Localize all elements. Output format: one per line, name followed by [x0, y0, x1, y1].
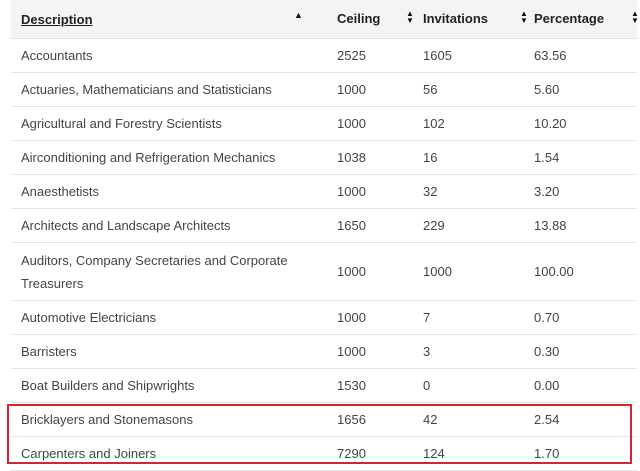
cell-ceiling: 1000 — [337, 116, 366, 131]
cell-percentage: 1.54 — [534, 150, 560, 165]
sort-ascending-icon[interactable]: ▲ — [294, 11, 303, 20]
cell-description: Accountants — [21, 48, 93, 63]
cell-ceiling: 1000 — [337, 82, 366, 97]
cell-ceiling: 1530 — [337, 378, 366, 393]
cell-ceiling: 1000 — [337, 264, 366, 279]
cell-percentage: 63.56 — [534, 48, 567, 63]
cell-description: Actuaries, Mathematicians and Statistici… — [21, 82, 272, 97]
cell-ceiling: 2525 — [337, 48, 366, 63]
cell-ceiling: 1650 — [337, 218, 366, 233]
cell-percentage: 100.00 — [534, 264, 574, 279]
cell-percentage: 10.20 — [534, 116, 567, 131]
cell-invitations: 16 — [423, 150, 438, 165]
cell-invitations: 0 — [423, 378, 431, 393]
column-header-invitations-label[interactable]: Invitations — [423, 11, 488, 26]
cell-ceiling: 1656 — [337, 412, 366, 427]
cell-invitations: 56 — [423, 82, 438, 97]
cell-description: Agricultural and Forestry Scientists — [21, 116, 222, 131]
column-header-ceiling-label[interactable]: Ceiling — [337, 11, 380, 26]
cell-percentage: 0.00 — [534, 378, 560, 393]
cell-invitations: 32 — [423, 184, 438, 199]
cell-invitations: 124 — [423, 446, 445, 461]
table-row: Boat Builders and Shipwrights 1530 0 0.0… — [11, 369, 637, 403]
cell-description: Carpenters and Joiners — [21, 446, 157, 461]
cell-ceiling: 1000 — [337, 344, 366, 359]
table-row: Automotive Electricians 1000 7 0.70 — [11, 301, 637, 335]
table-row: Carpenters and Joiners 7290 124 1.70 — [11, 437, 637, 471]
column-header-description-label[interactable]: Description — [21, 12, 93, 27]
cell-invitations: 7 — [423, 310, 431, 325]
cell-description: Barristers — [21, 344, 77, 359]
cell-percentage: 0.30 — [534, 344, 560, 359]
table-header: Description ▲ Ceiling ▲ ▼ Invitations ▲ ▼ … — [11, 0, 639, 39]
column-header-description[interactable]: Description — [11, 12, 308, 27]
table-row: Architects and Landscape Architects 1650… — [11, 209, 637, 243]
cell-description: Boat Builders and Shipwrights — [21, 378, 195, 393]
cell-ceiling: 1038 — [337, 150, 366, 165]
cell-percentage: 3.20 — [534, 184, 560, 199]
cell-percentage: 1.70 — [534, 446, 560, 461]
occupation-ceilings-table: Description ▲ Ceiling ▲ ▼ Invitations ▲ ▼ … — [11, 0, 639, 471]
cell-description: Architects and Landscape Architects — [21, 218, 231, 233]
cell-percentage: 2.54 — [534, 412, 560, 427]
sort-both-icon[interactable]: ▲ ▼ — [520, 10, 528, 25]
cell-ceiling: 1000 — [337, 184, 366, 199]
cell-description: Automotive Electricians — [21, 310, 157, 325]
table-row: Bricklayers and Stonemasons 1656 42 2.54 — [11, 403, 637, 437]
table-row: Anaesthetists 1000 32 3.20 — [11, 175, 637, 209]
table-row: Barristers 1000 3 0.30 — [11, 335, 637, 369]
cell-invitations: 3 — [423, 344, 431, 359]
table-row: Actuaries, Mathematicians and Statistici… — [11, 73, 637, 107]
sort-both-icon[interactable]: ▲ ▼ — [406, 10, 414, 25]
table-row: Accountants 2525 1605 63.56 — [11, 39, 637, 73]
cell-invitations: 42 — [423, 412, 438, 427]
cell-invitations: 102 — [423, 116, 445, 131]
sort-both-icon[interactable]: ▲ ▼ — [631, 10, 639, 25]
cell-ceiling: 1000 — [337, 310, 366, 325]
cell-percentage: 5.60 — [534, 82, 560, 97]
column-header-percentage-label[interactable]: Percentage — [534, 11, 604, 26]
table-row: Auditors, Company Secretaries and Corpor… — [11, 243, 637, 301]
cell-invitations: 1000 — [423, 264, 452, 279]
cell-description: Anaesthetists — [21, 184, 100, 199]
cell-description: Airconditioning and Refrigeration Mechan… — [21, 150, 276, 165]
cell-description: Auditors, Company Secretaries and Corpor… — [21, 252, 288, 291]
table-row: Airconditioning and Refrigeration Mechan… — [11, 141, 637, 175]
cell-description: Bricklayers and Stonemasons — [21, 412, 193, 427]
cell-invitations: 1605 — [423, 48, 452, 63]
cell-percentage: 13.88 — [534, 218, 567, 233]
cell-percentage: 0.70 — [534, 310, 560, 325]
table-row: Agricultural and Forestry Scientists 100… — [11, 107, 637, 141]
cell-ceiling: 7290 — [337, 446, 366, 461]
cell-invitations: 229 — [423, 218, 445, 233]
